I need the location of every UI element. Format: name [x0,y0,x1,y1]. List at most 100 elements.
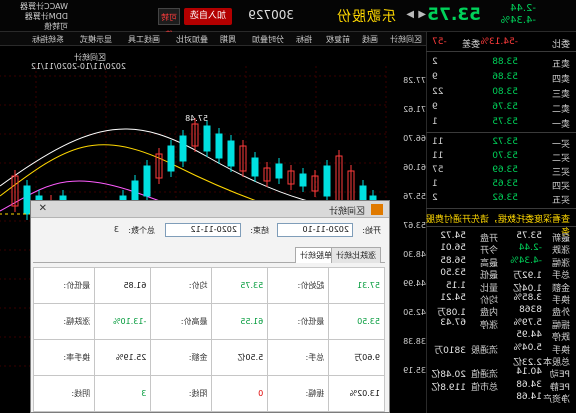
wacc-calc-link[interactable]: WACC计算器 [0,2,68,12]
bid-price: 53.69 [492,165,518,175]
price-tick: 77.28 [403,76,426,85]
start-date-picker[interactable]: 2020-11-10 [277,223,353,237]
stat-cell-value: 57.31 [328,267,385,304]
stat-cell-value: 3 [94,375,151,412]
stat-cell-label: 阴线: [33,375,95,412]
depth-notice[interactable]: 查看深度委托数据，请先开通付费服务 [426,211,576,238]
stat-value: 34.68 [516,379,542,390]
candle-body [299,173,307,187]
tab-compare[interactable]: 叠加对比 [176,34,208,45]
stat-cell-value: 5.50亿 [211,339,268,376]
ask-label: 卖五 [551,60,570,70]
stat-value-2: 53.50 [440,268,466,279]
stat-cell-label: 最高价: [150,303,212,340]
header-bar: -2.44 -4.34% 53.75 ◀ ▶ 乐歌股份 300729 加入自选 … [0,0,576,39]
bid-label: 买三 [551,168,570,178]
stat-value: -2.44 [518,243,542,254]
bid-row[interactable]: 买五 53.62 2 [426,192,576,206]
tab-system-indicator[interactable]: 系统指标 [32,34,64,45]
committee-row: 委比 -54.13% 委差 -57 [432,37,570,50]
tab-adjust[interactable]: 前复权 [326,34,350,45]
candle-body [143,165,151,197]
tab-period[interactable]: 周期 [220,34,236,45]
stat-cell-label: 金额: [150,339,212,376]
candle-body [215,133,223,159]
ask-row[interactable]: 卖五 53.88 2 [426,56,576,70]
ask-row[interactable]: 卖三 53.80 22 [426,86,576,100]
bid-price: 53.65 [492,179,518,189]
stat-row: 总股本 2.23亿 [426,354,576,368]
price-tick: 48.30 [403,250,426,259]
ask-row[interactable]: 卖二 53.76 9 [426,101,576,115]
stat-table-row: 53.50 最低价: 61.55 最高价: -13.10% 涨跌幅: [33,303,385,340]
stat-cell-value: 53.50 [328,303,385,340]
ddm-calc-link[interactable]: DDM计算器 [0,12,68,22]
stat-cell-value: 0 [211,375,268,412]
stat-cell-value: 61.55 [211,303,268,340]
tab-indicator[interactable]: 指标 [296,34,312,45]
ask-volume: 9 [432,102,438,112]
bid-volume: 11 [432,151,444,161]
bid-label: 买二 [551,154,570,164]
calculator-links: WACC计算器 DDM计算器 可转债 [0,2,68,32]
stat-cell-value: 53.75 [211,267,268,304]
stat-row: 振幅 5.79% 涨停 67.43 [426,317,576,331]
bid-row[interactable]: 买一 53.72 11 [426,136,576,150]
stat-cell-label: 最低价: [267,303,329,340]
candle-body [203,125,211,152]
ask-volume: 2 [432,57,438,67]
chart-toolbar: 区间统计 画线 前复权 指标 分时叠加 周期 叠加对比 画线工具 显示模式 系统… [0,32,426,46]
candle-body [251,157,259,177]
tab-display-mode[interactable]: 显示模式 [80,34,112,45]
end-date-picker[interactable]: 2020-11-12 [165,223,241,237]
committee-ratio: -54.13% [480,37,518,47]
dialog-tabs: 单股统计 涨跌比统计 [33,247,385,263]
tab-overlay[interactable]: 分时叠加 [252,34,284,45]
stat-cell-value: 9.60万 [328,339,385,376]
total-value: 3 [113,225,119,234]
ask-row[interactable]: 卖四 53.86 9 [426,71,576,85]
stock-name: 乐歌股份 [336,9,396,25]
bid-row[interactable]: 买二 53.70 11 [426,150,576,164]
stat-cell-label: 起始价: [267,267,329,304]
candle-body [167,145,175,172]
stat-row: 总手 1.92万 最低 53.50 [426,267,576,281]
convertible-link[interactable]: 可转债 [0,22,68,32]
stat-row: PE静 34.68 总市值 119.8亿 [426,379,576,393]
stat-value: 5.04% [513,342,542,353]
stat-cell-value: 25.19% [94,339,151,376]
stat-value: 40.14 [516,367,542,378]
tab-draw-tool[interactable]: 画线工具 [128,34,160,45]
ask-volume: 22 [432,87,444,97]
change-block: -2.44 -4.34% [501,3,536,27]
bid-row[interactable]: 买三 53.69 57 [426,164,576,178]
divider [426,51,576,52]
dialog-titlebar[interactable]: 区间统计 ✕ [31,201,389,218]
last-price: 53.75 [427,5,481,25]
stat-value: 5.79% [513,317,542,328]
bid-row[interactable]: 买四 53.65 1 [426,178,576,192]
ask-label: 卖四 [551,75,570,85]
close-icon[interactable]: ✕ [39,203,47,214]
stat-cell-label: 振幅: [267,375,329,412]
stat-cell-label: 换手率: [33,339,95,376]
stat-cell-label: 阳线: [150,375,212,412]
convertible-bond-button[interactable]: 可转债 [158,8,180,39]
tab-interval-stat[interactable]: 区间统计 [390,34,422,45]
peak-price-label: 57.48 [185,114,208,123]
price-tick: 71.62 [403,105,426,114]
stat-value: 53.75 [516,231,542,241]
bid-volume: 57 [432,165,444,175]
stat-table-row: 13.02% 振幅: 0 阳线: 3 阴线: [33,375,385,412]
change-value: -2.44 [510,3,536,14]
tab-rise-fall-ratio[interactable]: 涨跌比统计 [331,247,381,263]
add-to-watchlist-button[interactable]: 加入自选 [184,8,232,25]
ask-row[interactable]: 卖一 53.75 1 [426,116,576,130]
stat-cell-value: -13.10% [94,303,151,340]
interval-stat-dialog: 区间统计 ✕ 开始: 2020-11-10 结束: 2020-11-12 总个数… [30,200,390,413]
next-stock-button[interactable]: ▶ [406,9,414,20]
stock-code: 300729 [248,8,294,22]
tab-drawing[interactable]: 画线 [362,34,378,45]
stat-cell-label: 总手: [267,339,329,376]
prev-stock-button[interactable]: ◀ [418,9,426,20]
